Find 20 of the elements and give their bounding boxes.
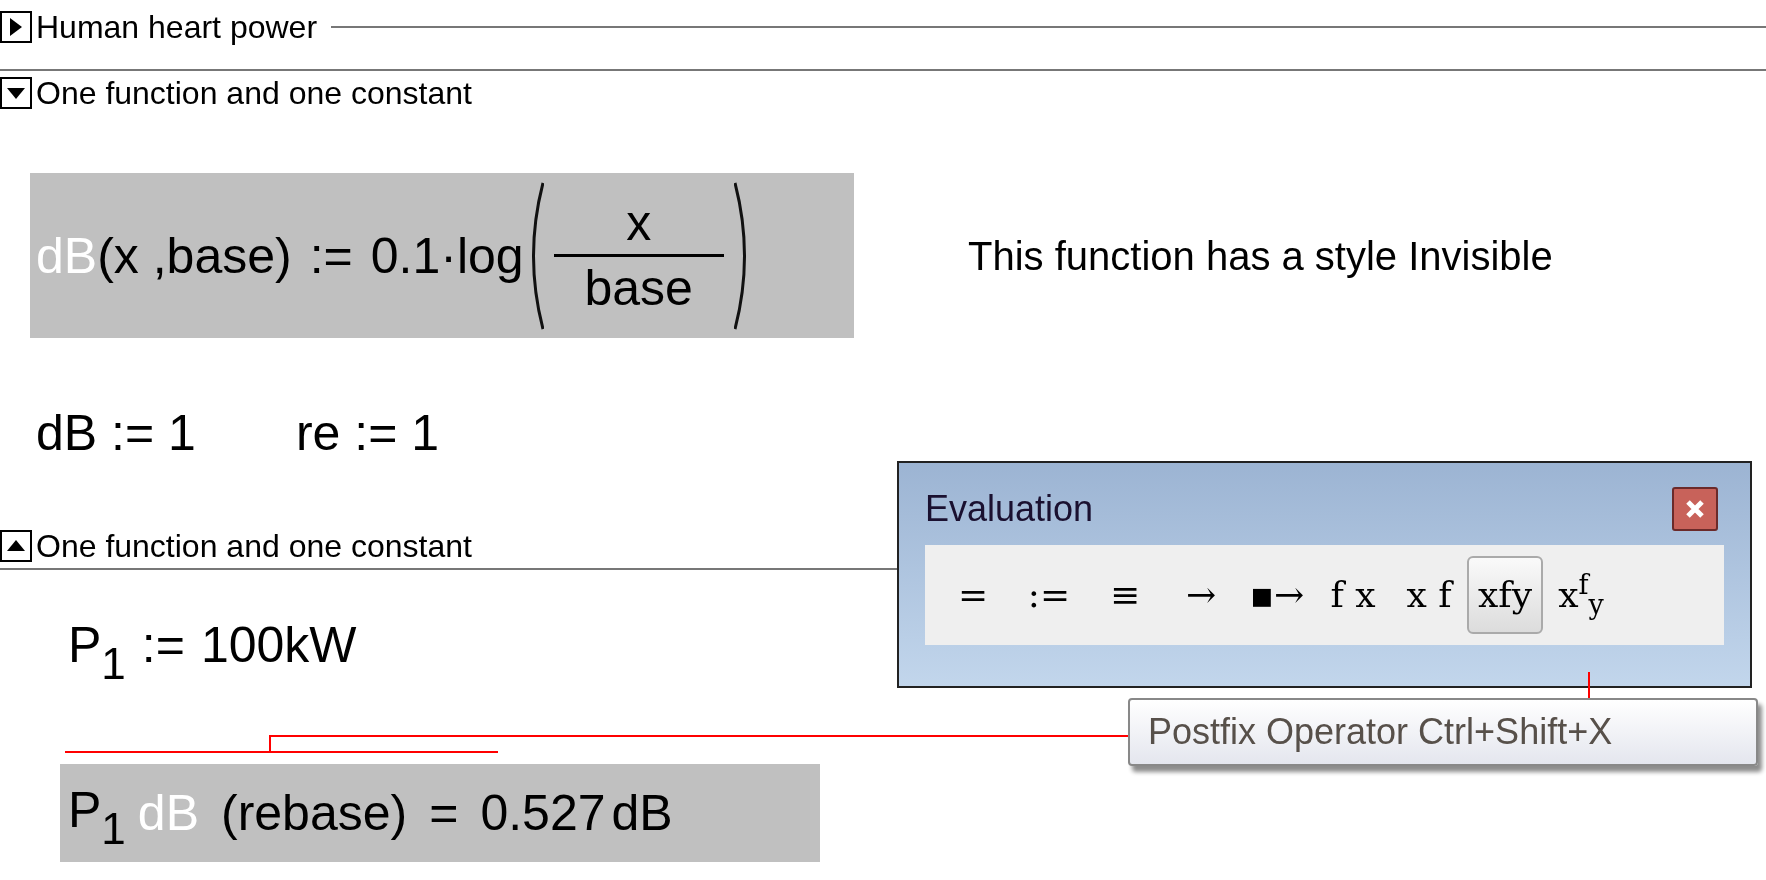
operator-button[interactable]: ≡ (1087, 556, 1163, 634)
operator-button[interactable]: x f (1391, 556, 1467, 634)
region-title: One function and one constant (36, 77, 472, 109)
operator-button[interactable]: → (1163, 556, 1239, 634)
operator-button[interactable]: f x (1315, 556, 1391, 634)
close-button[interactable] (1672, 487, 1718, 531)
definition: re := 1 (295, 408, 440, 458)
operator-button[interactable]: = (935, 556, 1011, 634)
region-title: Human heart power (36, 11, 318, 43)
function-definition: dB(x ,base) := 0.1·log x base (30, 173, 854, 338)
note-text: This function has a style Invisible (968, 232, 1553, 280)
operator-button[interactable]: xfy (1467, 556, 1543, 634)
operator-button[interactable]: := (1011, 556, 1087, 634)
close-icon (1684, 498, 1706, 520)
region-title: One function and one constant (36, 530, 472, 562)
toolbar-title: Evaluation (925, 491, 1094, 527)
leader-line (1588, 671, 1590, 701)
operator-button[interactable]: ▪→ (1239, 556, 1315, 634)
tooltip: Postfix Operator Ctrl+Shift+X (1128, 698, 1758, 766)
definition: dB := 1 (36, 408, 196, 458)
